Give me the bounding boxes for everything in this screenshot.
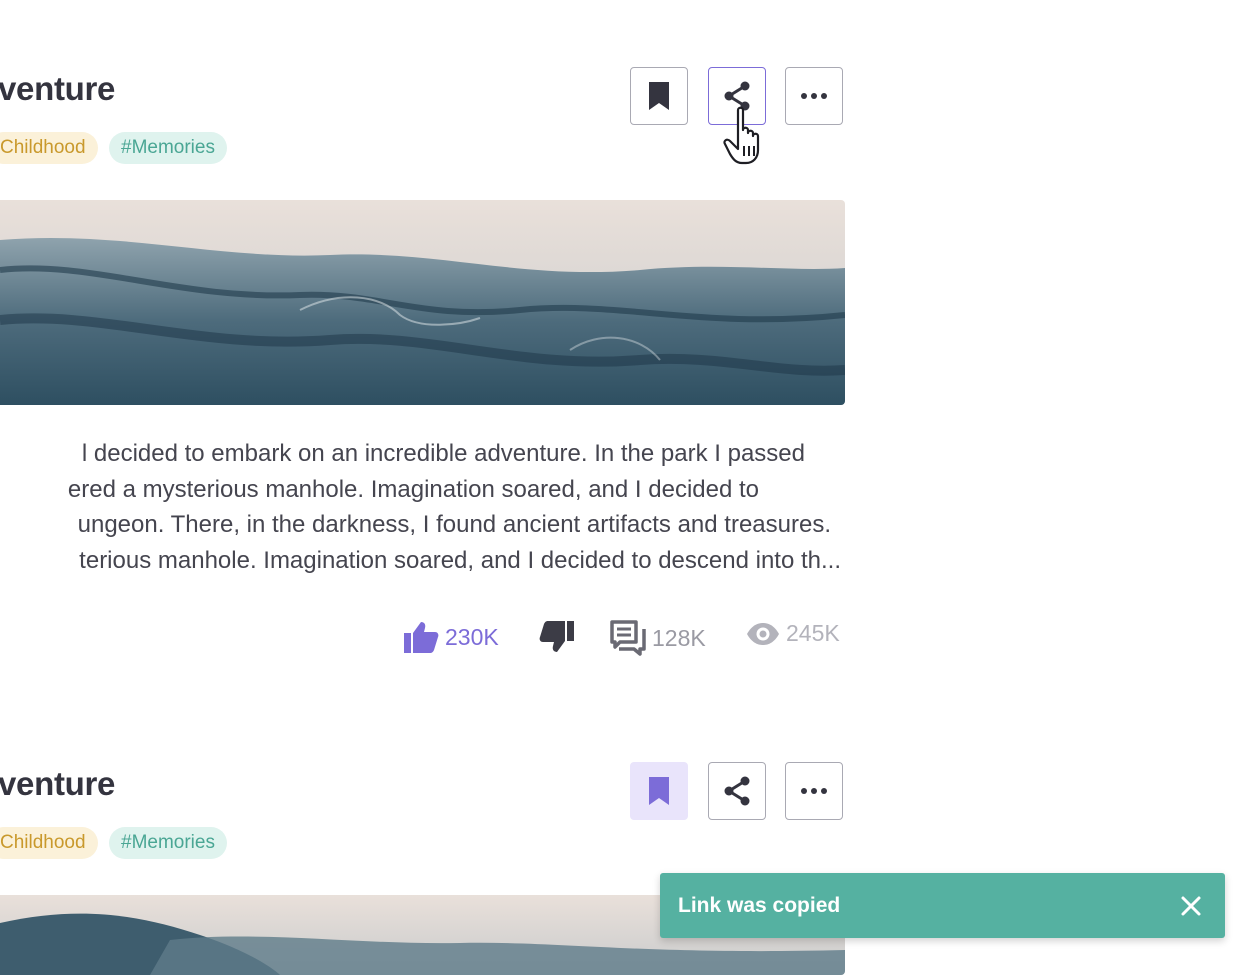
bookmark-button[interactable] — [630, 67, 688, 125]
comments-icon — [610, 620, 646, 656]
more-icon — [801, 93, 827, 99]
thumbs-up-icon — [404, 622, 439, 653]
bookmark-button[interactable] — [630, 762, 688, 820]
post-title[interactable]: venture — [0, 70, 115, 108]
like-count: 230K — [445, 623, 499, 650]
tag-childhood[interactable]: Childhood — [0, 827, 98, 859]
toast-notification: Link was copied — [660, 873, 1225, 938]
comments-count: 128K — [652, 624, 706, 651]
post-title[interactable]: venture — [0, 765, 115, 803]
excerpt-line: ered a mysterious manhole. Imagination s… — [67, 476, 759, 503]
bookmark-icon — [649, 82, 669, 110]
comments-button[interactable]: 128K — [610, 620, 706, 656]
excerpt-line: l decided to embark on an incredible adv… — [81, 440, 805, 467]
more-button[interactable] — [785, 762, 843, 820]
like-button[interactable]: 230K — [403, 620, 499, 654]
excerpt-line: ungeon. There, in the darkness, I found … — [77, 511, 831, 538]
eye-icon — [747, 622, 779, 645]
share-button[interactable] — [708, 762, 766, 820]
views-count: 245K — [786, 620, 840, 646]
toast-message: Link was copied — [678, 894, 841, 917]
dislike-button[interactable] — [539, 620, 575, 654]
post-image — [0, 200, 845, 405]
tag-memories[interactable]: #Memories — [109, 132, 227, 164]
tag-memories[interactable]: #Memories — [109, 827, 227, 859]
views-stat: 245K — [746, 620, 840, 647]
more-icon — [801, 788, 827, 794]
close-icon[interactable] — [1179, 894, 1203, 918]
more-button[interactable] — [785, 67, 843, 125]
tag-childhood[interactable]: Childhood — [0, 132, 98, 164]
pointer-cursor — [722, 106, 776, 171]
post-card: venture Childhood #Memories — [0, 0, 845, 700]
thumbs-down-icon — [539, 621, 574, 652]
bookmark-icon — [649, 777, 669, 805]
share-icon — [724, 776, 750, 806]
excerpt-line: terious manhole. Imagination soared, and… — [79, 547, 841, 574]
